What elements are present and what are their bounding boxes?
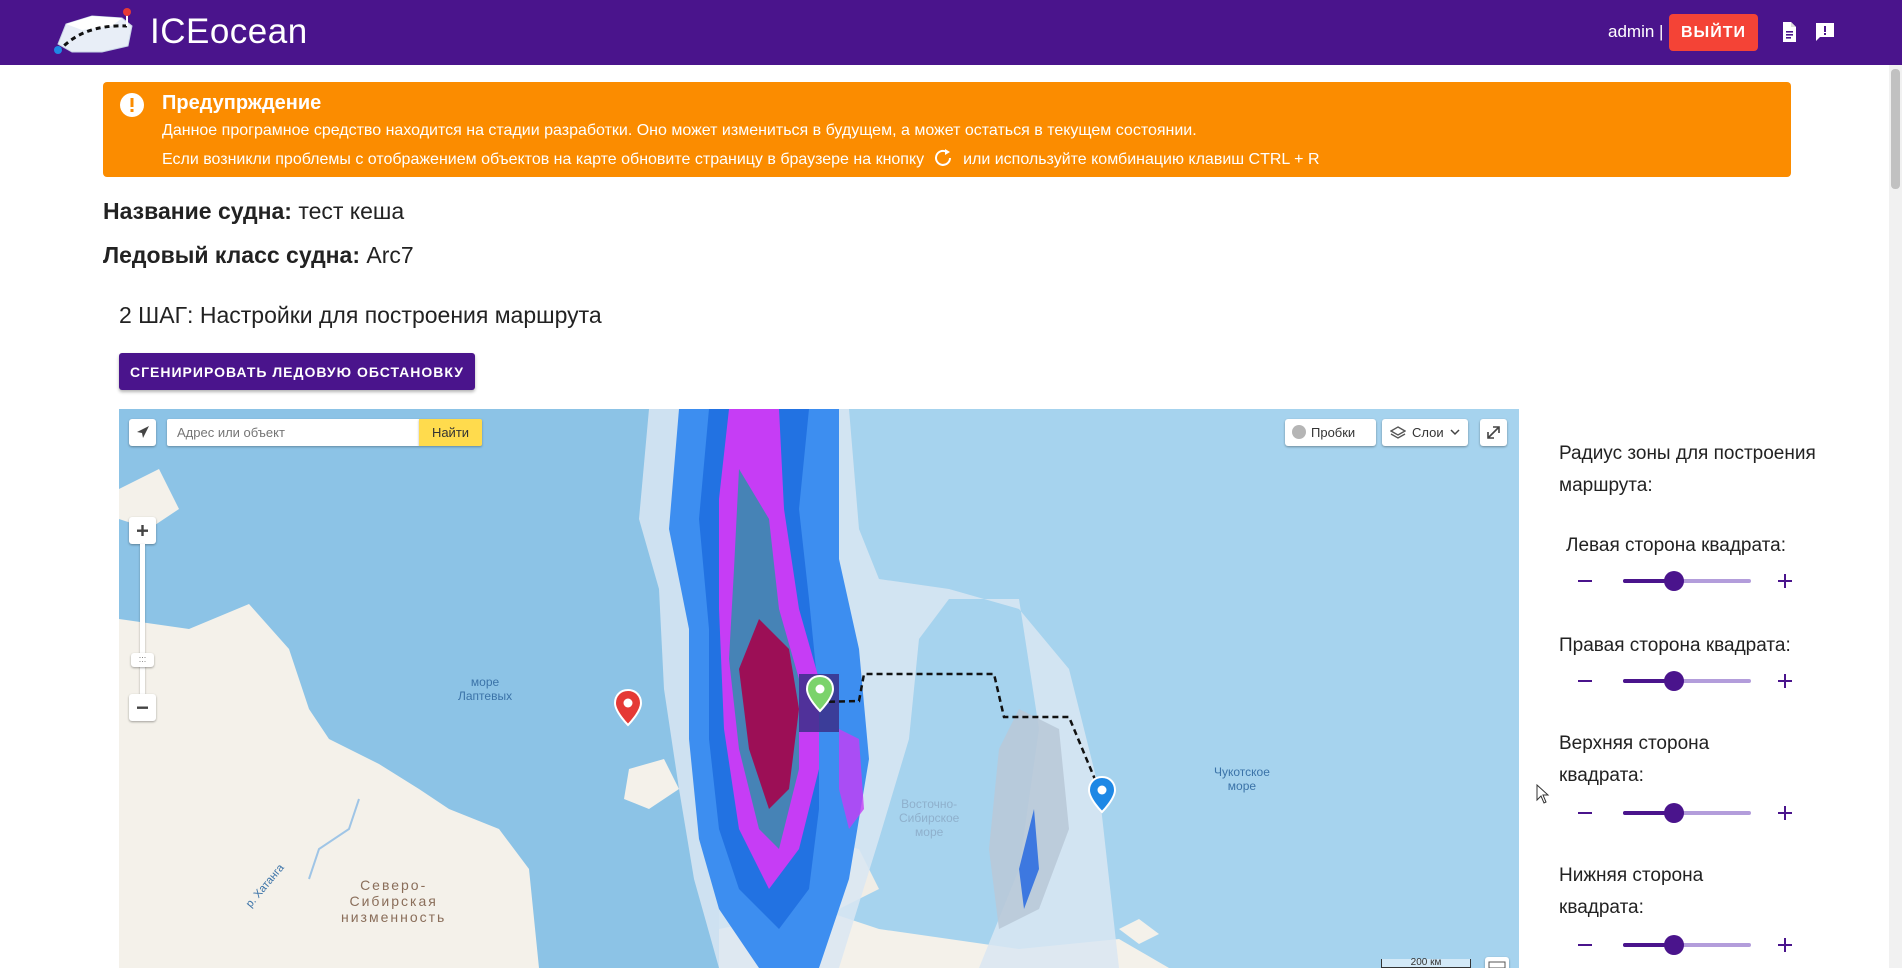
- vessel-class: Ледовый класс судна: Arc7: [103, 242, 414, 269]
- expand-icon: [1487, 426, 1500, 439]
- warning-title: Предупрждение: [162, 92, 322, 114]
- page-scrollbar[interactable]: [1889, 65, 1902, 968]
- ruler-icon: [1488, 961, 1506, 968]
- reload-icon: [933, 149, 955, 167]
- slider-label-bottom: Нижняя сторона квадрата:: [1559, 865, 1704, 918]
- right-side-slider: [1559, 667, 1799, 697]
- map-canvas: [119, 409, 1519, 968]
- top-side-slider: [1559, 799, 1799, 829]
- increase-right-icon-v[interactable]: [1784, 674, 1786, 688]
- map-search-button[interactable]: Найти: [419, 419, 482, 446]
- zoom-out-button[interactable]: [129, 694, 156, 721]
- label-north-siberian-lowland: Северо- Сибирская низменность: [341, 877, 447, 925]
- username: admin |: [1608, 22, 1664, 41]
- logo[interactable]: [52, 6, 142, 62]
- slider-label-right: Правая сторона квадрата:: [1559, 635, 1791, 656]
- vessel-class-value: Arc7: [366, 242, 414, 268]
- map-search-input[interactable]: [167, 419, 419, 446]
- left-side-slider: [1559, 567, 1799, 597]
- slider-label-top: Верхняя сторона квадрата:: [1559, 733, 1710, 786]
- fullscreen-button[interactable]: [1480, 419, 1507, 446]
- navigation-arrow-icon: [137, 426, 149, 438]
- layers-button[interactable]: Слои: [1382, 419, 1468, 446]
- brand-name: ICEocean: [150, 12, 308, 51]
- slider-thumb[interactable]: [1664, 571, 1685, 591]
- traffic-button[interactable]: Пробки: [1285, 419, 1376, 446]
- warning-banner: Предупрждение Данное програмное средство…: [103, 82, 1791, 177]
- layers-label: Слои: [1412, 425, 1444, 440]
- map-scale: 200 км: [1381, 957, 1471, 968]
- slider-label-left: Левая сторона квадрата:: [1566, 535, 1786, 556]
- generate-ice-button[interactable]: СГЕНИРИРОВАТЬ ЛЕДОВУЮ ОБСТАНОВКУ: [119, 353, 475, 390]
- alert-icon: [119, 92, 145, 118]
- feedback-icon[interactable]: [1813, 20, 1837, 44]
- geolocation-button[interactable]: [129, 419, 156, 446]
- warning-text: Данное програмное средство находится на …: [162, 122, 1197, 139]
- zoom-handle[interactable]: :::: [131, 653, 154, 667]
- increase-left-icon-v[interactable]: [1784, 574, 1786, 588]
- vessel-name-label: Название судна:: [103, 198, 292, 224]
- ruler-button[interactable]: [1485, 957, 1509, 968]
- scrollbar-thumb[interactable]: [1891, 69, 1900, 189]
- decrease-top-icon[interactable]: [1578, 812, 1592, 814]
- zoom-track[interactable]: [140, 544, 145, 694]
- page: ICEocean admin | ВЫЙТИ Предупрждение Дан…: [0, 0, 1902, 968]
- increase-top-icon-v[interactable]: [1784, 806, 1786, 820]
- top-app-bar: ICEocean admin | ВЫЙТИ: [0, 0, 1902, 65]
- minus-icon: [137, 706, 148, 709]
- label-east-siberian-sea: Восточно- Сибирское море: [899, 797, 960, 839]
- decrease-left-icon[interactable]: [1578, 580, 1592, 582]
- decrease-bottom-icon[interactable]: [1578, 944, 1592, 946]
- warning-hint-before: Если возникли проблемы с отображением об…: [162, 151, 925, 168]
- slider-thumb[interactable]: [1664, 803, 1685, 823]
- mouse-cursor-icon: [1536, 784, 1550, 804]
- logout-button[interactable]: ВЫЙТИ: [1669, 14, 1758, 51]
- map-scale-label: 200 км: [1410, 957, 1442, 968]
- panel-title: Радиус зоны для построения маршрута:: [1559, 443, 1816, 496]
- plus-icon: [137, 525, 148, 536]
- slider-thumb[interactable]: [1664, 935, 1685, 955]
- vessel-name: Название судна: тест кеша: [103, 198, 404, 225]
- map[interactable]: море Лаптевых Восточно- Сибирское море Ч…: [119, 409, 1519, 968]
- step-title: 2 ШАГ: Настройки для построения маршрута: [119, 302, 602, 328]
- chevron-down-icon: [1450, 429, 1460, 436]
- vessel-class-label: Ледовый класс судна:: [103, 242, 361, 268]
- traffic-icon: [1292, 425, 1306, 439]
- zoom-in-button[interactable]: [129, 517, 156, 544]
- vessel-name-value: тест кеша: [298, 198, 405, 224]
- ship-logo-icon: [54, 8, 133, 54]
- decrease-right-icon[interactable]: [1578, 680, 1592, 682]
- label-chukchi-sea: Чукотское море: [1214, 765, 1270, 793]
- label-laptev-sea: море Лаптевых: [458, 675, 513, 703]
- increase-bottom-icon-v[interactable]: [1784, 938, 1786, 952]
- bottom-side-slider: [1559, 931, 1799, 961]
- warning-hint-after: или используйте комбинацию клавиш CTRL +…: [963, 151, 1320, 168]
- traffic-label: Пробки: [1311, 425, 1356, 440]
- document-icon[interactable]: [1777, 20, 1801, 44]
- layers-icon: [1390, 426, 1406, 439]
- warning-hint: Если возникли проблемы с отображением об…: [162, 149, 1320, 169]
- slider-thumb[interactable]: [1664, 671, 1685, 691]
